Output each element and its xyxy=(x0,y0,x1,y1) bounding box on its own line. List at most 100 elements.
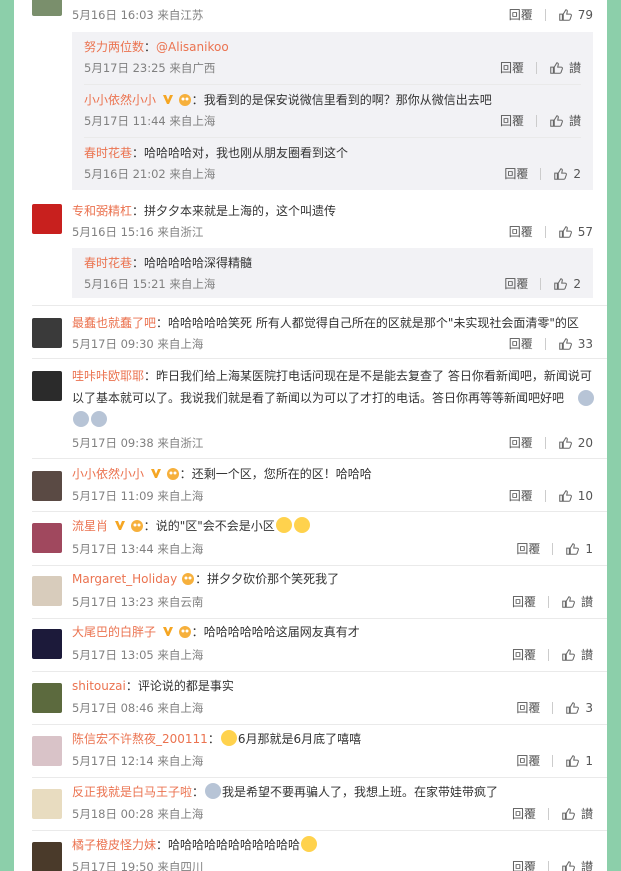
comment-meta: 5月17日 08:46 来自上海 xyxy=(72,701,204,715)
avatar[interactable] xyxy=(32,576,62,606)
avatar[interactable] xyxy=(32,842,62,871)
comment-username[interactable]: 最蠢也就蠢了吧 xyxy=(72,316,156,330)
avatar[interactable] xyxy=(32,683,62,713)
verified-v-icon xyxy=(150,469,161,478)
comment-meta: 5月17日 09:38 来自浙江 xyxy=(72,436,204,450)
emoji-icon xyxy=(275,517,292,533)
comment-username[interactable]: 反正我就是白马王子啦 xyxy=(72,785,192,799)
reply-meta: 5月16日 15:21 来自上海 xyxy=(84,277,216,291)
like-count: 讃 xyxy=(568,61,581,75)
comment-meta: 5月16日 15:16 来自浙江 xyxy=(72,225,204,239)
avatar[interactable] xyxy=(32,629,62,659)
avatar[interactable] xyxy=(32,371,62,401)
like-icon[interactable] xyxy=(553,167,568,181)
like-icon[interactable] xyxy=(565,701,580,715)
reply-username[interactable]: 努力两位数 xyxy=(84,40,144,54)
reply-username[interactable]: 春时花巷 xyxy=(84,146,132,160)
comment-username[interactable]: Margaret_Holiday xyxy=(72,572,177,586)
comment-text-line: 哇咔咔欧耶耶：昨日我们给上海某医院打电话问现在是不是能去复查了 答日你看新闻吧，… xyxy=(72,369,592,383)
avatar[interactable] xyxy=(32,204,62,234)
like-icon[interactable] xyxy=(561,860,575,871)
emoji-icon xyxy=(220,730,237,746)
member-badge-icon xyxy=(182,573,195,585)
like-icon[interactable] xyxy=(561,807,575,821)
comment-username[interactable]: 流星肖 xyxy=(72,519,108,533)
like-count: 3 xyxy=(585,701,593,715)
reply-button[interactable]: 回覆 xyxy=(509,335,533,353)
comment-username[interactable]: 大尾巴的白胖子 xyxy=(72,625,156,639)
like-icon[interactable] xyxy=(561,648,575,662)
avatar[interactable] xyxy=(32,318,62,348)
like-icon[interactable] xyxy=(558,337,572,351)
reply-button[interactable]: 回覆 xyxy=(504,275,528,293)
comment-username[interactable]: 哇咔咔欧耶耶 xyxy=(72,369,144,383)
like-icon[interactable] xyxy=(558,8,572,22)
mention-link[interactable]: @Alisanikoo xyxy=(156,40,229,54)
like-count: 讃 xyxy=(568,114,581,128)
like-icon[interactable] xyxy=(553,277,568,291)
avatar[interactable] xyxy=(32,0,62,16)
reply-button[interactable]: 回覆 xyxy=(509,487,533,505)
comment-actions: 回覆 1 xyxy=(516,540,593,558)
like-icon[interactable] xyxy=(565,754,580,768)
like-count: 讃 xyxy=(580,807,593,821)
comment-text: 我是希望不要再骗人了，我想上班。在家带娃带疯了 xyxy=(222,785,499,799)
comment-username[interactable]: 陈信宏不许熬夜_200111 xyxy=(72,732,208,746)
like-icon[interactable] xyxy=(549,114,563,128)
reply-button[interactable]: 回覆 xyxy=(509,6,533,24)
like-icon[interactable] xyxy=(565,542,580,556)
reply-username[interactable]: 春时花巷 xyxy=(84,256,132,270)
like-icon[interactable] xyxy=(558,436,572,450)
reply-meta: 5月16日 21:02 来自上海 xyxy=(84,167,216,181)
divider xyxy=(32,305,607,306)
reply-button[interactable]: 回覆 xyxy=(512,858,536,871)
reply-button[interactable]: 回覆 xyxy=(516,752,540,770)
avatar[interactable] xyxy=(32,736,62,766)
comment-username[interactable]: 专和弼精杠 xyxy=(72,204,132,218)
reply-meta: 5月17日 11:44 来自上海 xyxy=(84,114,216,128)
verified-v-icon xyxy=(162,627,173,636)
emoji-row xyxy=(72,411,108,427)
reply-actions: 回覆 讃 xyxy=(500,59,581,77)
like-icon[interactable] xyxy=(558,489,572,503)
reply-button[interactable]: 回覆 xyxy=(500,59,524,77)
comment-meta: 5月18日 00:28 来自上海 xyxy=(72,807,204,821)
reply-button[interactable]: 回覆 xyxy=(504,165,528,183)
emoji-icon xyxy=(91,411,107,427)
like-icon[interactable] xyxy=(561,595,575,609)
avatar[interactable] xyxy=(32,523,62,553)
comment-actions: 回覆 33 xyxy=(509,335,593,353)
reply-button[interactable]: 回覆 xyxy=(500,112,524,130)
comment-item: 大尾巴的白胖子 ：哈哈哈哈哈哈这届网友真有才 5月17日 13:05 来自上海 … xyxy=(14,621,607,671)
comment-item: 流星肖 ：说的"区"会不会是小区 5月17日 13:44 来自上海 回覆 1 xyxy=(14,515,607,565)
reply-username[interactable]: 小小依然小小 xyxy=(84,93,156,107)
comment-item: 小小依然小小 ：还剩一个区，您所在的区！哈哈哈 5月17日 11:09 来自上海… xyxy=(14,463,607,513)
reply-button[interactable]: 回覆 xyxy=(509,434,533,452)
reply-text: 哈哈哈哈对，我也刚从朋友圈看到这个 xyxy=(144,146,349,160)
reply-button[interactable]: 回覆 xyxy=(512,805,536,823)
avatar[interactable] xyxy=(32,789,62,819)
comment-username[interactable]: 小小依然小小 xyxy=(72,467,144,481)
comment-meta: 5月17日 19:50 来自四川 xyxy=(72,860,204,871)
avatar[interactable] xyxy=(32,471,62,501)
like-icon[interactable] xyxy=(558,225,572,239)
reply-button[interactable]: 回覆 xyxy=(512,646,536,664)
like-count: 33 xyxy=(577,337,593,351)
comment-text-line: Margaret_Holiday ：拼夕夕砍价那个笑死我了 xyxy=(72,572,340,586)
comment-username[interactable]: 橘子橙皮怪力妹 xyxy=(72,838,156,852)
like-count: 2 xyxy=(573,167,581,181)
comment-meta: 5月17日 11:09 来自上海 xyxy=(72,489,204,503)
like-icon[interactable] xyxy=(549,61,563,75)
reply-actions: 回覆 2 xyxy=(504,275,581,293)
comment-item: 5月16日 16:03 来自江苏 回覆 79 xyxy=(14,0,607,30)
comment-actions: 回覆 讃 xyxy=(512,858,593,871)
reply-button[interactable]: 回覆 xyxy=(509,223,533,241)
reply-button[interactable]: 回覆 xyxy=(512,593,536,611)
comment-actions: 回覆 讃 xyxy=(512,805,593,823)
comment-username[interactable]: shitouzai xyxy=(72,679,126,693)
reply-button[interactable]: 回覆 xyxy=(516,699,540,717)
comment-actions: 回覆 10 xyxy=(509,487,593,505)
like-count: 10 xyxy=(577,489,593,503)
comment-actions: 回覆 讃 xyxy=(512,593,593,611)
reply-button[interactable]: 回覆 xyxy=(516,540,540,558)
